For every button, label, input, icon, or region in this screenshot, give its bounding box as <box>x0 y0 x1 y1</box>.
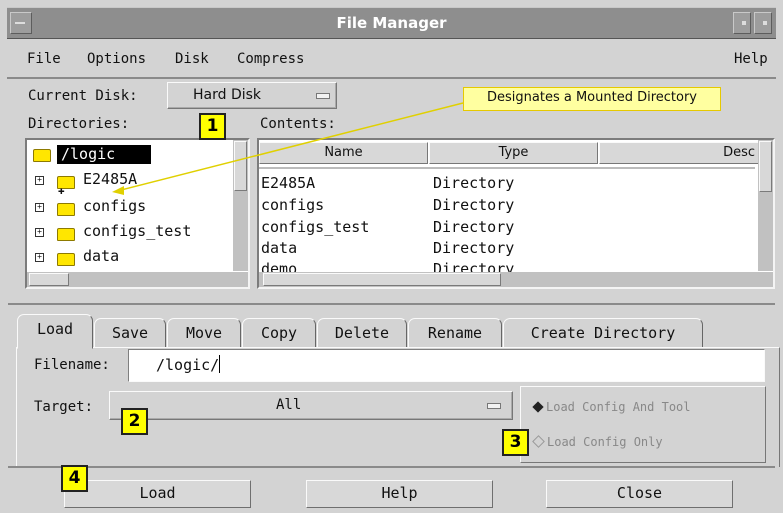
menu-bar: File Options Disk Compress Help <box>7 41 776 79</box>
folder-icon <box>57 228 75 241</box>
tree-item-data[interactable]: + data <box>33 247 223 267</box>
tab-copy[interactable]: Copy <box>242 318 316 348</box>
mounted-directory-callout: Designates a Mounted Directory <box>463 87 721 111</box>
dropdown-indicator-icon <box>487 403 501 409</box>
contents-vertical-thumb[interactable] <box>759 141 772 192</box>
header-separator <box>259 167 755 169</box>
tree-item-label: E2485A <box>83 170 138 188</box>
current-disk-label: Current Disk: <box>28 88 138 104</box>
expand-icon: + <box>35 253 44 262</box>
folder-icon <box>57 203 75 216</box>
minimize-button[interactable] <box>733 12 751 34</box>
content-type: Directory <box>433 196 515 214</box>
directories-horizontal-scrollbar[interactable] <box>27 272 248 287</box>
load-mode-group: Load Config And Tool Load Config Only <box>520 386 766 463</box>
tab-load[interactable]: Load <box>17 314 93 349</box>
content-name: data <box>261 239 298 257</box>
folder-open-icon <box>33 149 51 162</box>
section-separator <box>8 303 775 305</box>
marker-4: 4 <box>61 465 88 492</box>
radio-load-config-and-tool[interactable]: Load Config And Tool <box>532 400 691 414</box>
tree-item-label: configs <box>83 197 147 215</box>
menu-options[interactable]: Options <box>87 51 146 67</box>
contents-horizontal-scrollbar[interactable] <box>259 272 773 287</box>
current-disk-value: Hard Disk <box>193 87 262 103</box>
expand-icon: + <box>35 176 44 185</box>
content-name: configs <box>261 196 325 214</box>
radio-unselected-icon <box>532 435 545 448</box>
content-name: E2485A <box>261 174 316 192</box>
marker-1: 1 <box>199 113 226 140</box>
column-header-type[interactable]: Type <box>429 142 598 164</box>
menu-disk[interactable]: Disk <box>175 51 209 67</box>
menu-file[interactable]: File <box>27 51 61 67</box>
directories-label: Directories: <box>28 116 130 132</box>
menu-help[interactable]: Help <box>734 51 768 67</box>
close-button[interactable]: Close <box>546 480 733 508</box>
filename-label: Filename: <box>34 357 110 373</box>
content-type: Directory <box>433 239 515 257</box>
directories-panel[interactable]: /logic + ✚ E2485A + configs + configs_te… <box>25 138 250 289</box>
contents-panel[interactable]: Name Type Desc E2485A Directory configs … <box>257 138 775 289</box>
mount-icon: ✚ <box>58 184 65 197</box>
target-dropdown[interactable]: All <box>109 391 513 420</box>
tree-item-configs-test[interactable]: + configs_test <box>33 222 223 242</box>
tab-delete[interactable]: Delete <box>317 318 407 348</box>
column-header-desc[interactable]: Desc <box>599 142 759 164</box>
directories-vertical-scrollbar[interactable] <box>233 140 248 271</box>
content-type: Directory <box>433 218 515 236</box>
radio-load-config-only[interactable]: Load Config Only <box>532 435 663 449</box>
target-label: Target: <box>34 399 94 415</box>
tree-item-e2485a[interactable]: + ✚ E2485A <box>33 170 223 197</box>
tab-move[interactable]: Move <box>167 318 241 348</box>
dropdown-indicator-icon <box>316 93 330 99</box>
title-bar[interactable]: File Manager <box>7 7 776 39</box>
marker-3: 3 <box>502 429 529 456</box>
tab-save[interactable]: Save <box>94 318 166 348</box>
radio-selected-icon <box>532 401 544 413</box>
contents-vertical-scrollbar[interactable] <box>758 140 773 271</box>
window-title: File Manager <box>336 14 447 32</box>
help-button[interactable]: Help <box>306 480 493 508</box>
footer-separator <box>8 466 775 468</box>
content-name: configs_test <box>261 218 370 236</box>
text-cursor <box>219 355 221 373</box>
marker-2: 2 <box>121 408 148 435</box>
directories-horizontal-thumb[interactable] <box>29 273 69 286</box>
expand-icon: + <box>35 203 44 212</box>
content-type: Directory <box>433 174 515 192</box>
tab-create-directory[interactable]: Create Directory <box>503 318 703 348</box>
load-button[interactable]: Load <box>64 480 251 508</box>
maximize-button[interactable] <box>754 12 772 34</box>
expand-icon: + <box>35 228 44 237</box>
directories-vertical-thumb[interactable] <box>234 141 247 191</box>
contents-horizontal-thumb[interactable] <box>263 273 501 286</box>
tree-item-configs[interactable]: + configs <box>33 197 223 217</box>
tree-item-logic[interactable]: /logic <box>33 145 213 165</box>
tree-item-label: configs_test <box>83 222 192 240</box>
tree-item-label: /logic <box>57 145 151 164</box>
current-disk-dropdown[interactable]: Hard Disk <box>167 82 337 109</box>
contents-label: Contents: <box>260 116 336 132</box>
filename-value: /logic/ <box>156 356 220 374</box>
radio-label: Load Config And Tool <box>546 400 691 414</box>
target-value: All <box>276 397 302 413</box>
radio-label: Load Config Only <box>547 435 663 449</box>
file-manager-window: File Manager File Options Disk Compress … <box>0 0 783 513</box>
tab-rename[interactable]: Rename <box>408 318 502 348</box>
column-header-name[interactable]: Name <box>259 142 428 164</box>
filename-input[interactable]: /logic/ <box>128 349 765 382</box>
tree-item-label: data <box>83 247 120 265</box>
menu-compress[interactable]: Compress <box>237 51 304 67</box>
folder-icon <box>57 253 75 266</box>
